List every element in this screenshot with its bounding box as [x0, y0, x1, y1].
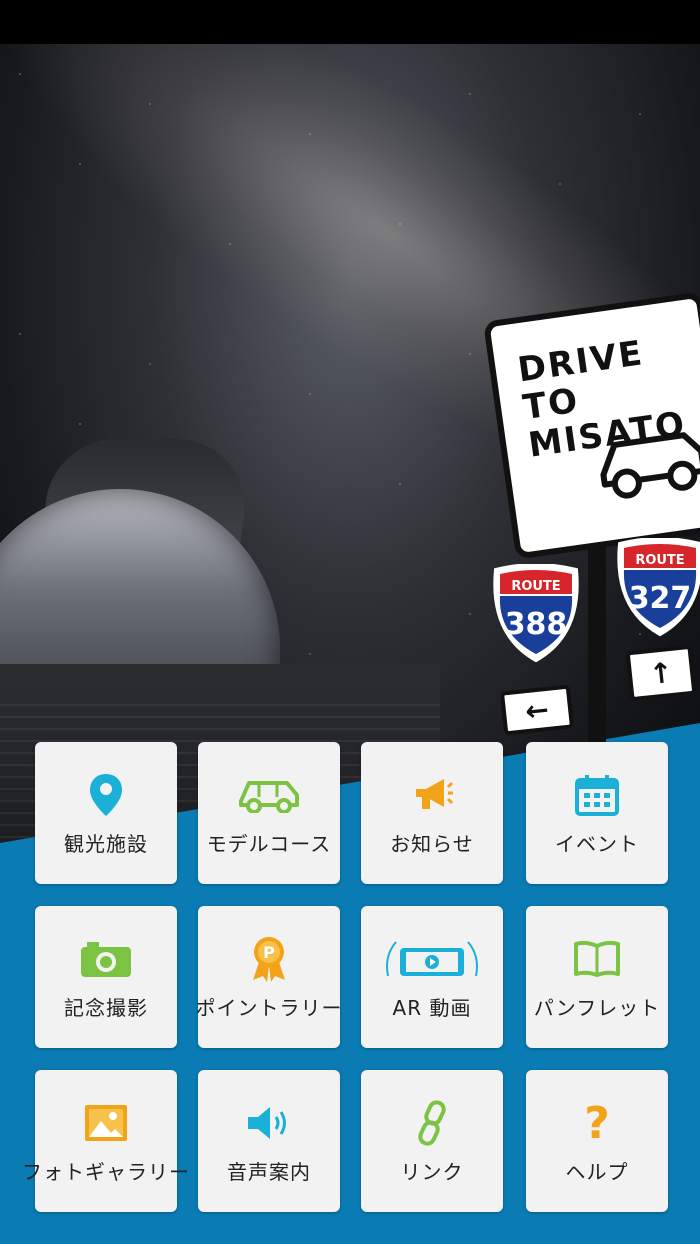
menu-tile-sightseeing[interactable]: 観光施設: [35, 742, 177, 884]
tile-label: お知らせ: [390, 832, 474, 856]
tile-label: 観光施設: [64, 832, 148, 856]
arrow-up-icon: ↑: [625, 644, 697, 702]
car-icon: [239, 781, 299, 813]
megaphone-icon: [416, 779, 454, 809]
sign-pole: [588, 540, 606, 760]
menu-tile-photo[interactable]: 記念撮影: [35, 906, 177, 1048]
arrow-left-icon: ←: [499, 684, 575, 736]
tile-label: リンク: [400, 1160, 464, 1184]
tile-label: 記念撮影: [64, 996, 148, 1020]
camera-icon: [81, 942, 131, 977]
menu-tile-ar-video[interactable]: AR 動画: [361, 906, 503, 1048]
svg-text:?: ?: [584, 1100, 610, 1146]
link-icon: [418, 1100, 446, 1146]
menu-tile-pamphlet[interactable]: パンフレット: [526, 906, 668, 1048]
menu-tile-link[interactable]: リンク: [361, 1070, 503, 1212]
menu-tile-point-rally[interactable]: P ポイントラリー: [195, 906, 343, 1048]
menu-tile-photo-gallery[interactable]: フォトギャラリー: [22, 1070, 189, 1212]
medal-icon: P: [253, 937, 285, 982]
tile-label: AR 動画: [392, 996, 472, 1020]
route-388-shield: ROUTE 388: [493, 564, 579, 663]
route-right-label: ROUTE: [635, 553, 684, 568]
menu-tile-help[interactable]: ? ヘルプ: [526, 1070, 668, 1212]
map-pin-icon: [90, 774, 122, 816]
menu-tile-event[interactable]: イベント: [526, 742, 668, 884]
tile-label: モデルコース: [206, 832, 332, 856]
tile-label: フォトギャラリー: [22, 1160, 190, 1184]
route-right-number: 327: [629, 581, 692, 616]
menu-tile-news[interactable]: お知らせ: [361, 742, 503, 884]
book-icon: [574, 940, 620, 977]
calendar-icon: [575, 775, 619, 816]
drive-to-misato-sign: DRIVE TO MISATO: [483, 291, 700, 560]
image-icon: [85, 1105, 127, 1141]
speaker-icon: [248, 1107, 286, 1139]
ar-phone-icon: [386, 941, 478, 977]
help-icon: ?: [584, 1100, 610, 1146]
menu-tile-audio-guide[interactable]: 音声案内: [198, 1070, 340, 1212]
menu-tile-model-course[interactable]: モデルコース: [198, 742, 340, 884]
svg-text:P: P: [263, 943, 275, 962]
tile-label: 音声案内: [227, 1160, 311, 1184]
tile-label: ポイントラリー: [195, 996, 343, 1020]
tile-label: イベント: [555, 832, 639, 856]
status-bar: [0, 0, 700, 44]
route-327-shield: ROUTE 327: [617, 538, 700, 637]
tile-label: パンフレット: [533, 996, 661, 1020]
route-left-number: 388: [505, 607, 568, 642]
route-left-label: ROUTE: [511, 579, 560, 594]
tile-label: ヘルプ: [565, 1160, 629, 1184]
